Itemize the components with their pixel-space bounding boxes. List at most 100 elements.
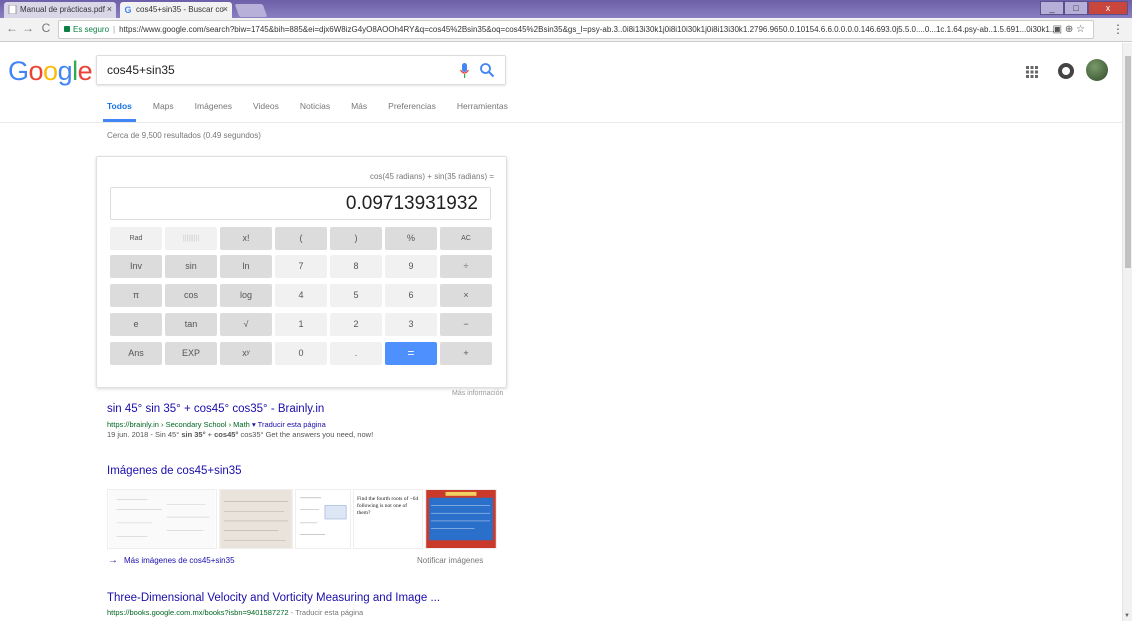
- key-factorial[interactable]: x!: [220, 227, 272, 250]
- result-title[interactable]: sin 45° sin 35° + cos45° cos35° - Brainl…: [107, 403, 324, 415]
- key-decimal[interactable]: .: [330, 342, 382, 365]
- result-url-text: https://brainly.in › Secondary School › …: [107, 420, 250, 429]
- result-title[interactable]: Three-Dimensional Velocity and Vorticity…: [107, 592, 440, 604]
- tab-mas[interactable]: Más: [351, 101, 367, 111]
- key-add[interactable]: +: [440, 342, 492, 365]
- key-percent[interactable]: %: [385, 227, 437, 250]
- key-1[interactable]: 1: [275, 313, 327, 336]
- key-divide[interactable]: ÷: [440, 255, 492, 278]
- search-box: [96, 55, 506, 85]
- search-icon[interactable]: [479, 62, 495, 78]
- key-log[interactable]: log: [220, 284, 272, 307]
- tab-noticias[interactable]: Noticias: [300, 101, 330, 111]
- key-sin[interactable]: sin: [165, 255, 217, 278]
- key-ln[interactable]: ln: [220, 255, 272, 278]
- key-0[interactable]: 0: [275, 342, 327, 365]
- key-2[interactable]: 2: [330, 313, 382, 336]
- url-text: https://www.google.com/search?biw=1745&b…: [119, 25, 1057, 34]
- tab-close-icon[interactable]: ×: [223, 4, 228, 14]
- forward-arrow-icon[interactable]: →: [20, 21, 36, 35]
- snippet-text: 19 jun. 2018 - Sin 45°: [107, 430, 182, 439]
- more-images-link[interactable]: → Más imágenes de cos45+sin35: [108, 555, 235, 566]
- tab-herramientas[interactable]: Herramientas: [457, 101, 508, 111]
- image-thumbnail[interactable]: [219, 489, 293, 549]
- microphone-icon[interactable]: [460, 63, 469, 79]
- key-open-paren[interactable]: (: [275, 227, 327, 250]
- calculator-display: 0.09713931932: [110, 187, 491, 220]
- key-rad[interactable]: Rad: [110, 227, 162, 250]
- tab-close-icon[interactable]: ×: [107, 4, 112, 14]
- key-4[interactable]: 4: [275, 284, 327, 307]
- key-sqrt[interactable]: √: [220, 313, 272, 336]
- extension-icon[interactable]: ▣: [1053, 24, 1062, 35]
- key-cos[interactable]: cos: [165, 284, 217, 307]
- key-subtract[interactable]: −: [440, 313, 492, 336]
- tab-title: cos45+sin35 - Buscar co: [136, 5, 224, 14]
- translate-link[interactable]: ▾ Traducir esta página: [252, 420, 326, 429]
- minimize-button[interactable]: _: [1040, 1, 1064, 15]
- key-ans[interactable]: Ans: [110, 342, 162, 365]
- tab-imagenes[interactable]: Imágenes: [195, 101, 232, 111]
- calculator-widget: cos(45 radians) + sin(35 radians) = 0.09…: [96, 156, 507, 388]
- back-arrow-icon[interactable]: ←: [4, 21, 20, 35]
- omnibox-icons: ▣ ⊕ ☆: [1053, 21, 1085, 38]
- bookmark-star-icon[interactable]: ☆: [1076, 24, 1085, 35]
- notifications-icon[interactable]: [1058, 63, 1074, 79]
- key-pi[interactable]: π: [110, 284, 162, 307]
- close-window-button[interactable]: x: [1088, 1, 1128, 15]
- key-inv[interactable]: Inv: [110, 255, 162, 278]
- snippet-text: +: [205, 430, 215, 439]
- tab-manual-pdf[interactable]: Manual de prácticas.pdf ×: [4, 2, 116, 18]
- key-7[interactable]: 7: [275, 255, 327, 278]
- more-info-link[interactable]: Más información: [452, 390, 503, 397]
- key-5[interactable]: 5: [330, 284, 382, 307]
- google-g-icon: G: [125, 5, 132, 14]
- reload-icon[interactable]: C: [38, 21, 54, 35]
- tab-maps[interactable]: Maps: [153, 101, 174, 111]
- report-images-link[interactable]: Notificar imágenes: [417, 556, 483, 565]
- key-clear[interactable]: AC: [440, 227, 492, 250]
- document-icon: [8, 5, 17, 14]
- key-deg[interactable]: |||||||||: [165, 227, 217, 250]
- more-images-label: Más imágenes de cos45+sin35: [124, 556, 235, 565]
- tab-todos[interactable]: Todos: [103, 101, 136, 122]
- browser-menu-icon[interactable]: ⋮: [1112, 22, 1124, 36]
- result-snippet: 19 jun. 2018 - Sin 45° sin 35° + cos45° …: [107, 430, 373, 439]
- browser-toolbar: ← → C Es seguro | https://www.google.com/s…: [0, 18, 1132, 42]
- key-9[interactable]: 9: [385, 255, 437, 278]
- image-thumbnail[interactable]: [107, 489, 217, 549]
- tab-title: Manual de prácticas.pdf: [20, 5, 105, 14]
- image-thumbnail[interactable]: [295, 489, 351, 549]
- google-header: Google Todos Maps Imágenes Videos Notici…: [0, 43, 1122, 123]
- search-input[interactable]: [107, 63, 447, 77]
- key-8[interactable]: 8: [330, 255, 382, 278]
- tab-google-search[interactable]: G cos45+sin35 - Buscar co ×: [120, 2, 232, 18]
- key-equals[interactable]: =: [385, 342, 437, 365]
- key-e[interactable]: e: [110, 313, 162, 336]
- key-tan[interactable]: tan: [165, 313, 217, 336]
- tab-preferencias[interactable]: Preferencias: [388, 101, 436, 111]
- key-power[interactable]: xʸ: [220, 342, 272, 365]
- maximize-button[interactable]: □: [1064, 1, 1088, 15]
- image-thumbnail[interactable]: Find the fourth roots of −64 following i…: [353, 489, 423, 549]
- scrollbar-thumb[interactable]: [1125, 56, 1131, 268]
- account-avatar[interactable]: [1086, 59, 1108, 81]
- key-exp[interactable]: EXP: [165, 342, 217, 365]
- key-multiply[interactable]: ×: [440, 284, 492, 307]
- page-scrollbar[interactable]: ▼: [1122, 43, 1132, 621]
- scroll-down-arrow-icon[interactable]: ▼: [1124, 613, 1130, 619]
- apps-grid-icon[interactable]: [1026, 66, 1038, 78]
- key-close-paren[interactable]: ): [330, 227, 382, 250]
- new-tab-button[interactable]: [234, 4, 268, 17]
- google-logo[interactable]: Google: [8, 56, 93, 87]
- key-6[interactable]: 6: [385, 284, 437, 307]
- lock-icon: [64, 26, 70, 32]
- zoom-icon[interactable]: ⊕: [1065, 24, 1073, 35]
- tab-videos[interactable]: Videos: [253, 101, 279, 111]
- address-bar[interactable]: Es seguro | https://www.google.com/search?…: [58, 20, 1094, 39]
- key-3[interactable]: 3: [385, 313, 437, 336]
- images-heading[interactable]: Imágenes de cos45+sin35: [107, 465, 242, 477]
- image-thumbnail[interactable]: [425, 489, 497, 549]
- translate-link[interactable]: - Traducir esta página: [289, 608, 364, 617]
- search-tabs: Todos Maps Imágenes Videos Noticias Más …: [103, 101, 529, 122]
